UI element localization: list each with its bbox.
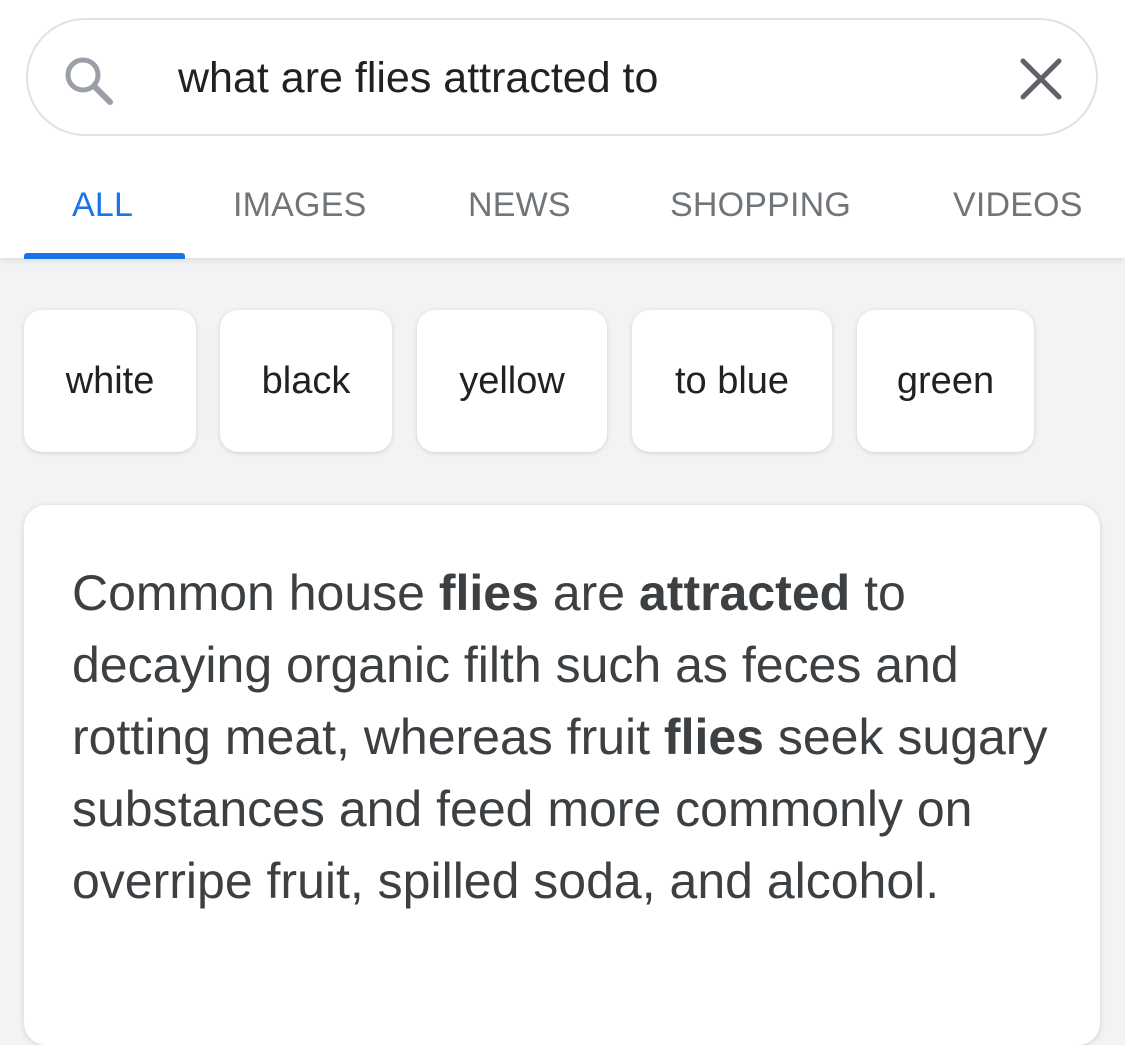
search-input[interactable] xyxy=(178,46,958,110)
featured-answer-card: Common house flies are attracted to deca… xyxy=(24,505,1100,1045)
chip-label: to blue xyxy=(674,359,790,402)
refinement-chip-yellow[interactable]: yellow xyxy=(417,310,607,452)
chip-label: yellow xyxy=(459,359,565,402)
tab-images[interactable]: IMAGES xyxy=(233,186,366,225)
refinement-chip-white[interactable]: white xyxy=(24,310,196,452)
tab-videos[interactable]: VIDEOS xyxy=(953,186,1083,225)
chip-label: green xyxy=(896,359,995,402)
tab-shopping[interactable]: SHOPPING xyxy=(670,186,851,225)
search-box[interactable] xyxy=(26,18,1098,136)
answer-text-segment: Common house xyxy=(72,565,439,621)
tab-all[interactable]: ALL xyxy=(72,186,133,225)
chip-label: black xyxy=(261,359,351,402)
answer-bold-term: flies xyxy=(438,565,539,621)
answer-text-segment: are xyxy=(538,565,639,621)
answer-text: Common house flies are attracted to deca… xyxy=(72,557,1062,917)
refinement-chip-green[interactable]: green xyxy=(857,310,1034,452)
search-icon[interactable] xyxy=(60,52,116,108)
close-icon[interactable] xyxy=(1018,56,1064,102)
answer-bold-term: flies xyxy=(663,709,764,765)
chip-label: white xyxy=(65,359,155,402)
tab-news[interactable]: NEWS xyxy=(468,186,571,225)
refinement-chip-black[interactable]: black xyxy=(220,310,392,452)
refinement-chip-to-blue[interactable]: to blue xyxy=(632,310,832,452)
search-tabs: ALL IMAGES NEWS SHOPPING VIDEOS xyxy=(0,160,1125,259)
search-header: ALL IMAGES NEWS SHOPPING VIDEOS xyxy=(0,0,1125,259)
answer-bold-term: attracted xyxy=(638,565,851,621)
active-tab-indicator xyxy=(24,253,185,259)
